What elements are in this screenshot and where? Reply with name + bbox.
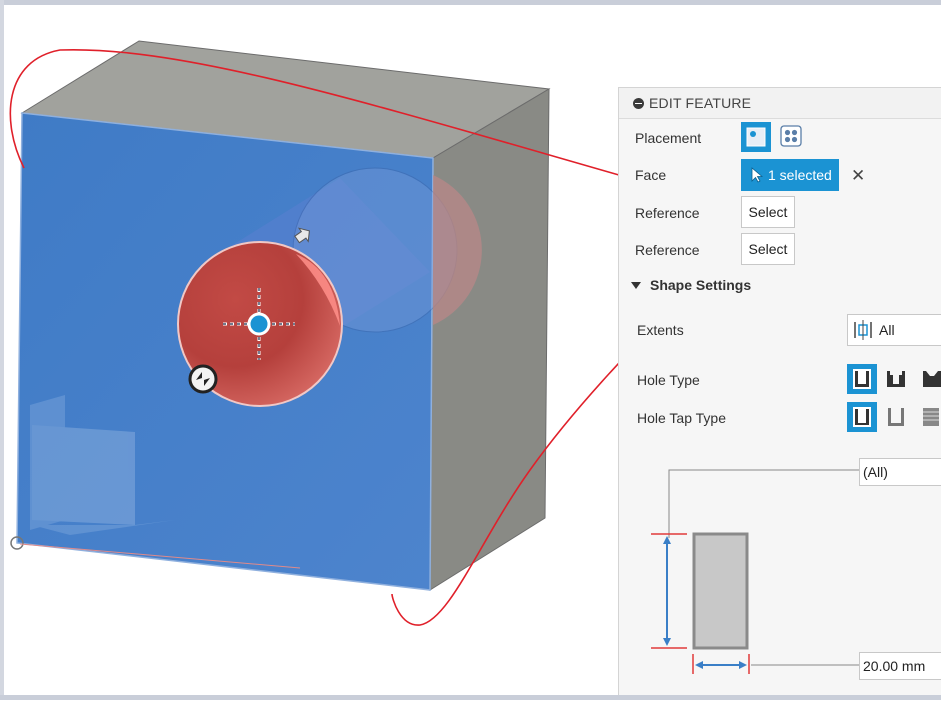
hole-type-label: Hole Type [637, 372, 700, 388]
placement-label: Placement [635, 130, 702, 146]
hole-type-countersink-button[interactable] [917, 366, 941, 392]
window-left-border [0, 0, 4, 700]
face-label: Face [635, 167, 667, 183]
clearance-icon [888, 408, 904, 426]
reference-2-select-button[interactable]: Select [741, 233, 795, 265]
placement-single-button[interactable] [741, 122, 771, 152]
clear-selection-close-icon[interactable]: ✕ [851, 167, 865, 184]
extent-all-icon [854, 320, 872, 340]
counterbore-icon [887, 371, 905, 387]
reference-1-select-button[interactable]: Select [741, 196, 795, 228]
cube-right-face[interactable] [429, 88, 550, 591]
extents-value: All [879, 322, 895, 338]
face-selection-button[interactable]: 1 selected [741, 159, 839, 191]
expand-triangle-icon [631, 281, 641, 289]
diameter-manipulator-icon[interactable] [188, 364, 218, 394]
hole-type-simple-button[interactable] [847, 364, 877, 394]
single-hole-icon [746, 127, 766, 147]
hole-tap-type-label: Hole Tap Type [637, 410, 726, 426]
depth-extent-field[interactable]: (All) [859, 458, 941, 486]
reference-1-label: Reference [635, 205, 700, 221]
placement-multiple-button[interactable] [779, 124, 803, 148]
countersink-icon [923, 371, 941, 387]
simple-tap-icon [853, 407, 871, 427]
face-selection-count: 1 selected [768, 167, 832, 183]
tap-type-clearance-button[interactable] [883, 404, 909, 430]
panel-header[interactable]: EDIT FEATURE [619, 88, 941, 119]
diameter-input[interactable]: 20.00 mm [859, 652, 941, 680]
multiple-holes-icon [780, 125, 802, 147]
tap-type-tapped-button[interactable] [917, 404, 941, 430]
extents-dropdown[interactable]: All [847, 314, 941, 346]
window-bottom-border [0, 695, 941, 700]
extents-label: Extents [637, 322, 684, 338]
cursor-arrow-icon [751, 167, 763, 183]
shape-settings-section-header[interactable]: Shape Settings [631, 277, 751, 293]
tap-type-simple-button[interactable] [847, 402, 877, 432]
tapped-icon [923, 408, 939, 426]
panel-title: EDIT FEATURE [649, 95, 752, 111]
collapse-minus-icon[interactable] [633, 97, 644, 109]
edit-feature-panel: EDIT FEATURE Placement Face 1 selected ✕… [618, 87, 941, 697]
shape-settings-title: Shape Settings [650, 277, 752, 293]
hole-type-counterbore-button[interactable] [883, 366, 909, 392]
simple-hole-icon [853, 369, 871, 389]
reference-2-label: Reference [635, 242, 700, 258]
